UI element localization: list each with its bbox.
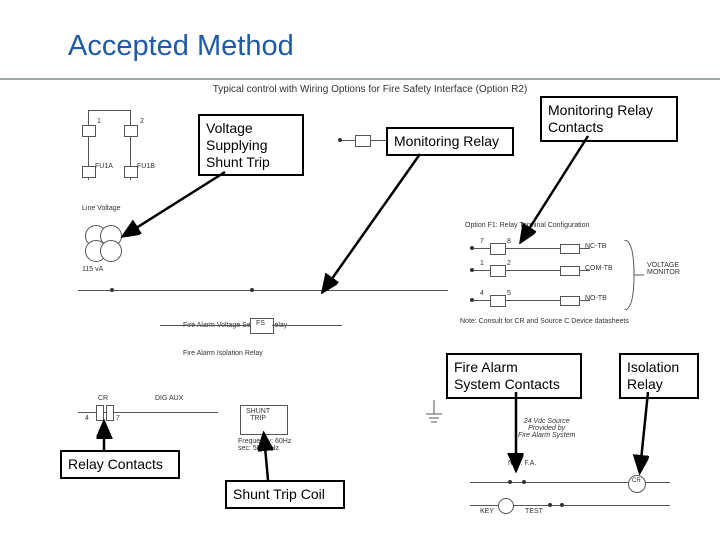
arrows-layer (0, 0, 720, 540)
